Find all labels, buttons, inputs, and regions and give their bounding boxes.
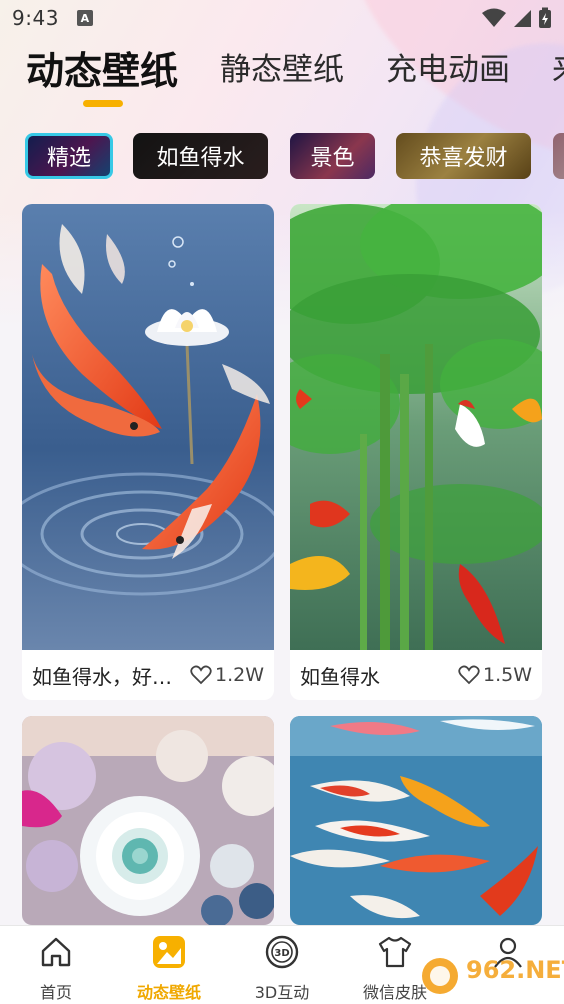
- chip-scenery[interactable]: 景色: [290, 133, 375, 179]
- heart-icon: [458, 665, 480, 685]
- chip-label: 恭喜发财: [419, 146, 508, 171]
- tab-charging-animation[interactable]: 充电动画: [386, 44, 510, 89]
- watermark-text: 962.NET: [466, 956, 564, 984]
- tab-static-wallpaper[interactable]: 静态壁纸: [220, 44, 344, 89]
- nav-label: 3D互动: [254, 983, 310, 1002]
- wallpaper-thumbnail[interactable]: [22, 204, 274, 650]
- nav-live-wallpaper[interactable]: 动态壁纸: [113, 934, 225, 1004]
- like-button[interactable]: 1.5W: [458, 664, 532, 686]
- tab-indicator: [83, 100, 123, 107]
- chip-featured[interactable]: 精选: [25, 133, 113, 179]
- shirt-icon: [377, 934, 413, 970]
- card-footer: 如鱼得水，好… 1.2W: [22, 650, 274, 700]
- wallpaper-thumbnail[interactable]: [290, 204, 542, 650]
- chip-more[interactable]: [553, 133, 564, 179]
- status-time: 9:43: [12, 6, 59, 30]
- tab-live-wallpaper[interactable]: 动态壁纸: [26, 40, 178, 95]
- wallpaper-card[interactable]: 如鱼得水 1.5W: [290, 204, 542, 700]
- home-icon: [38, 934, 74, 970]
- wallpaper-card[interactable]: [22, 716, 274, 925]
- wifi-icon: [482, 8, 506, 27]
- chip-label: 精选: [46, 146, 91, 171]
- nav-label: 动态壁纸: [136, 983, 201, 1002]
- nav-3d-interactive[interactable]: 3D 3D互动: [226, 934, 338, 1004]
- nav-home[interactable]: 首页: [0, 934, 112, 1004]
- card-title: 如鱼得水，好…: [32, 664, 172, 689]
- chip-label: 景色: [310, 146, 355, 171]
- heart-icon: [190, 665, 212, 685]
- wallpaper-thumbnail[interactable]: [22, 716, 274, 925]
- signal-icon: [514, 10, 531, 27]
- watermark-logo: 962.NET 乐游网: [418, 948, 564, 1004]
- chip-fortune[interactable]: 恭喜发财: [396, 133, 531, 179]
- battery-icon: [539, 7, 551, 28]
- chip-label: 如鱼得水: [156, 146, 245, 171]
- wallpaper-thumbnail[interactable]: [290, 716, 542, 925]
- wallpaper-card[interactable]: 如鱼得水，好… 1.2W: [22, 204, 274, 700]
- nav-label: 首页: [39, 983, 72, 1002]
- like-button[interactable]: 1.2W: [190, 664, 264, 686]
- wallpaper-card[interactable]: [290, 716, 542, 925]
- status-bar: 9:43 A: [0, 0, 564, 36]
- tag-chips: 精选 如鱼得水 景色 恭喜发财: [0, 133, 564, 181]
- card-footer: 如鱼得水 1.5W: [290, 650, 542, 700]
- svg-text:3D: 3D: [274, 948, 289, 959]
- like-count: 1.5W: [482, 664, 532, 686]
- card-title: 如鱼得水: [300, 664, 380, 689]
- live-wallpaper-icon: [151, 934, 187, 970]
- like-count: 1.2W: [214, 664, 264, 686]
- watermark-subtext: 乐游网: [514, 986, 556, 1002]
- tab-more[interactable]: 来: [552, 44, 564, 89]
- 3d-icon: 3D: [264, 934, 300, 970]
- notification-a-icon: A: [76, 10, 93, 26]
- status-icons: [482, 7, 552, 29]
- chip-fish[interactable]: 如鱼得水: [133, 133, 268, 179]
